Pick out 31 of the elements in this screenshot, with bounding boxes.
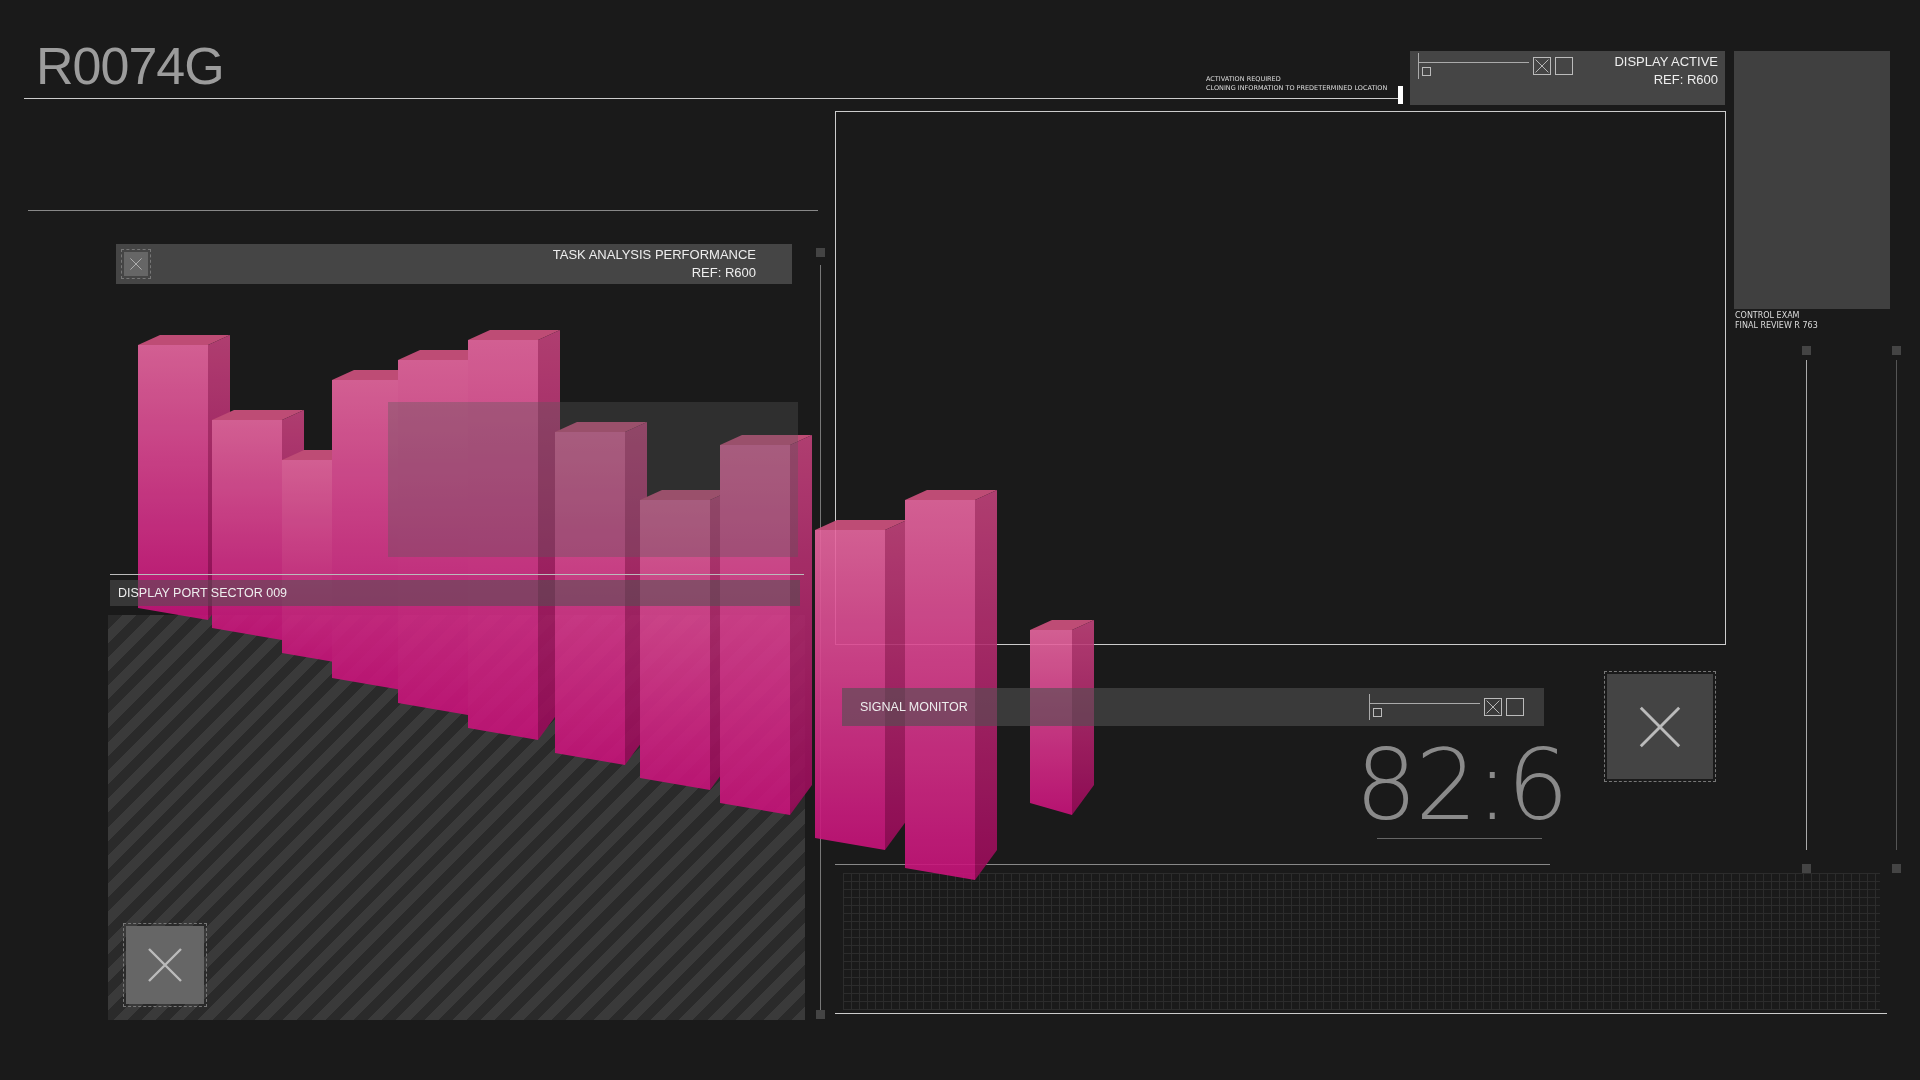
close-button[interactable] xyxy=(1607,674,1713,779)
panel-ref: REF: R600 xyxy=(1652,71,1718,89)
page-title: R0074G xyxy=(36,36,224,96)
marker-square xyxy=(1892,864,1901,873)
close-button[interactable] xyxy=(126,926,204,1004)
marker-square xyxy=(816,248,825,257)
panel-title: DISPLAY ACTIVE xyxy=(1614,53,1718,71)
caption-text: CONTROL EXAM xyxy=(1735,311,1801,321)
caption-text: FINAL REVIEW R 763 xyxy=(1735,321,1818,331)
marker-square xyxy=(1892,346,1901,355)
marker-square xyxy=(816,1010,825,1019)
slider-handle[interactable] xyxy=(1422,67,1431,76)
status-marker xyxy=(1398,86,1403,104)
slider-track[interactable] xyxy=(1369,694,1480,720)
close-button[interactable] xyxy=(124,252,148,276)
slider-handle[interactable] xyxy=(1373,708,1382,717)
close-button[interactable] xyxy=(1484,698,1502,716)
close-button[interactable] xyxy=(1533,57,1551,75)
maximize-button[interactable] xyxy=(1506,698,1524,716)
marker-square xyxy=(1802,864,1811,873)
close-icon xyxy=(1485,699,1501,715)
marker-square xyxy=(1802,346,1811,355)
slider-track[interactable] xyxy=(1418,53,1529,79)
panel-title: TASK ANALYSIS PERFORMANCE xyxy=(552,246,756,264)
reading-value: 82:6 xyxy=(1355,728,1568,842)
panel-title: SIGNAL MONITOR xyxy=(860,700,968,714)
panel-ref: REF: R600 xyxy=(690,264,756,282)
close-icon xyxy=(1534,58,1550,74)
maximize-button[interactable] xyxy=(1555,57,1573,75)
close-icon xyxy=(129,257,143,271)
panel-title: DISPLAY PORT SECTOR 009 xyxy=(118,586,288,600)
